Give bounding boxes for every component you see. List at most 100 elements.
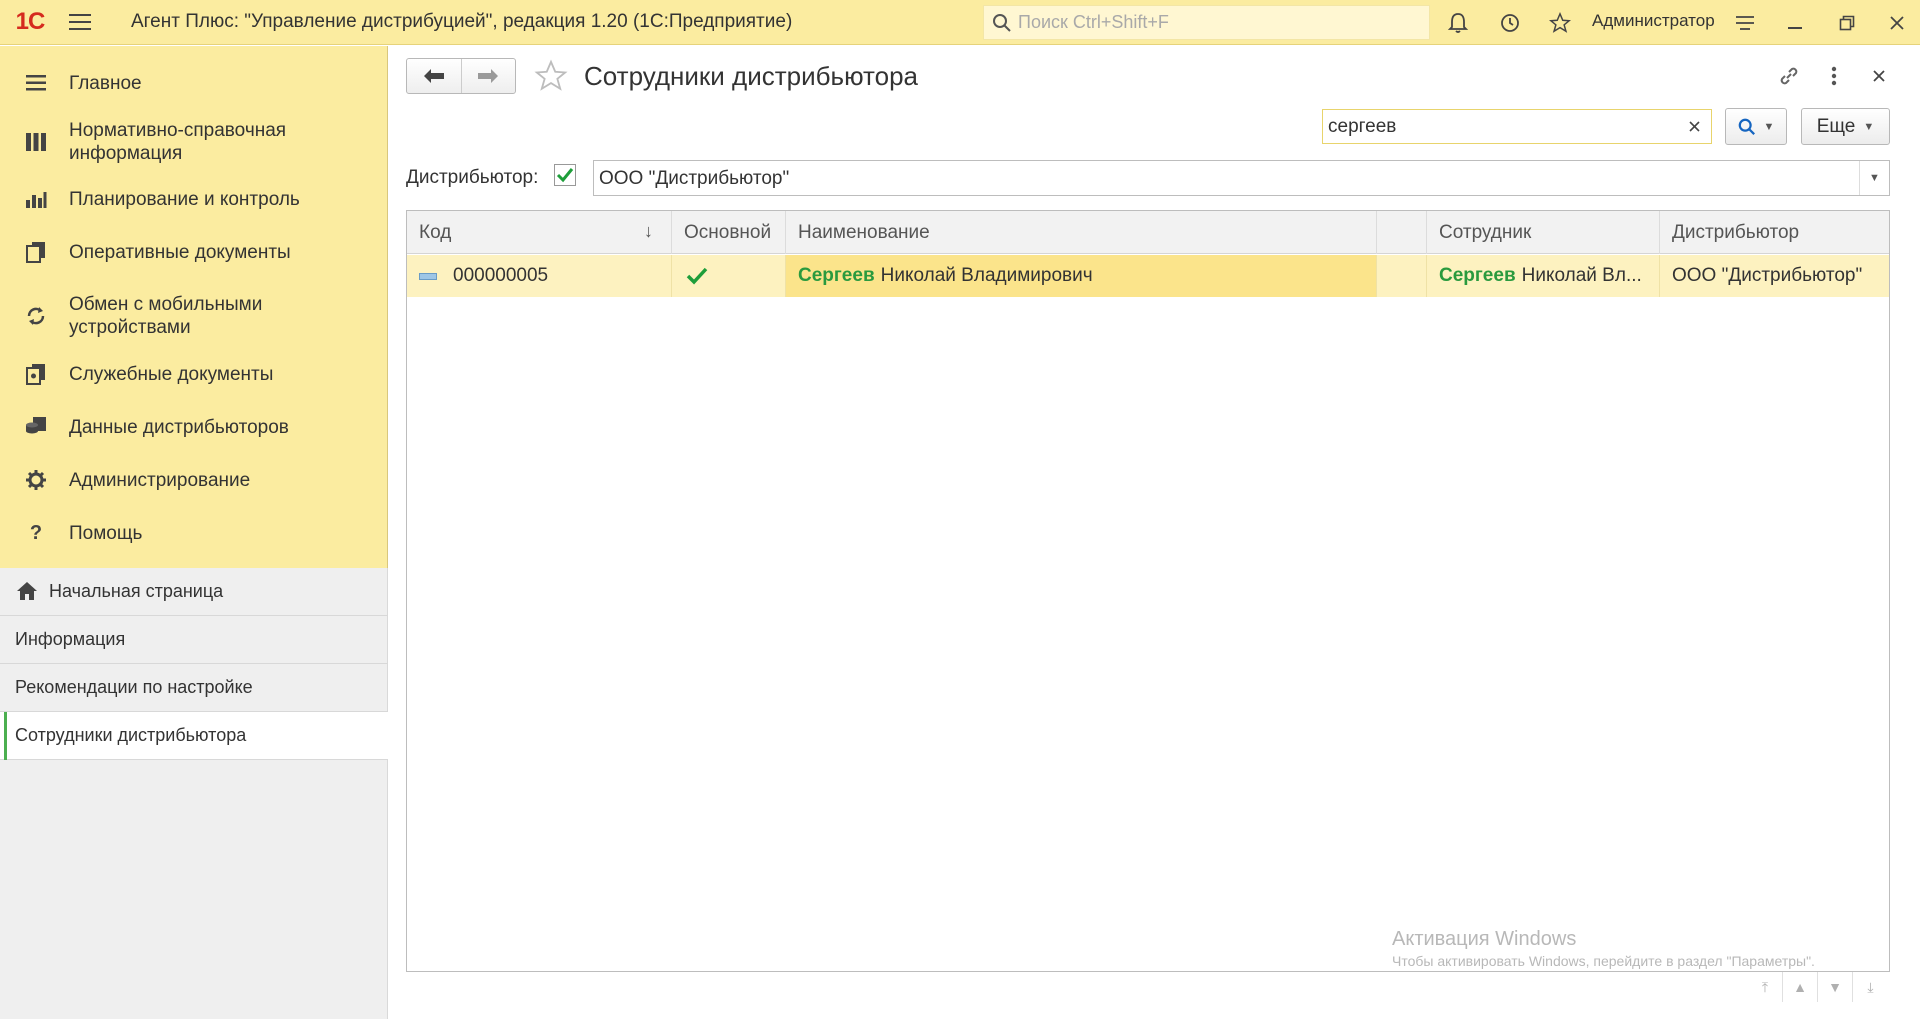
open-window-distributor-employees[interactable]: Сотрудники дистрибьютора [0,712,388,760]
scroll-down-button[interactable]: ▼ [1818,972,1853,1002]
current-user[interactable]: Администратор [1592,11,1715,31]
search-options-button[interactable]: ▼ [1725,108,1787,145]
column-header-distributor[interactable]: Дистрибьютор [1660,211,1889,254]
table-scroll-buttons: ⤒ ▲ ▼ ⤓ [1748,972,1888,1002]
minimize-button[interactable] [1772,0,1818,45]
star-icon [1549,11,1571,33]
more-vertical-icon [1831,66,1837,86]
cell-distributor[interactable]: ООО "Дистрибьютор" [1660,255,1889,297]
get-link-button[interactable] [1769,58,1809,94]
catalog-item-icon [419,272,437,280]
section-reference-info[interactable]: Нормативно-справочная информация [0,112,388,172]
column-header-employee[interactable]: Сотрудник [1427,211,1660,254]
add-to-favorites-button[interactable] [531,58,571,94]
minimize-icon [1788,26,1802,29]
star-outline-icon [534,59,568,91]
triangle-up-icon: ▲ [1793,979,1807,995]
distributor-filter-field[interactable]: ООО "Дистрибьютор" ▼ [593,160,1890,196]
section-main[interactable]: Главное [0,60,388,106]
column-label: Основной [684,221,772,243]
list-search-input[interactable] [1323,110,1675,143]
back-button[interactable] [407,59,461,93]
column-label: Дистрибьютор [1672,221,1800,243]
scroll-up-button[interactable]: ▲ [1783,972,1818,1002]
section-operational-docs[interactable]: Оперативные документы [0,229,388,275]
distributor-filter-checkbox[interactable] [554,164,576,186]
history-icon [1501,13,1519,32]
table-row[interactable]: 000000005 Сергеев Николай Владимирович С… [407,255,1889,297]
notifications-button[interactable] [1435,0,1481,45]
settings-lines-icon [1736,15,1754,30]
close-app-button[interactable] [1874,0,1920,45]
settings-menu-button[interactable] [1722,0,1768,45]
checkmark-icon [686,267,708,285]
distributor-value: ООО "Дистрибьютор" [1672,265,1863,286]
open-window-home[interactable]: Начальная страница [0,568,388,616]
dropdown-button[interactable]: ▼ [1859,161,1889,195]
section-distributor-data[interactable]: Данные дистрибьюторов [0,404,388,450]
section-help[interactable]: ? Помощь [0,510,388,556]
triangle-down-icon: ▼ [1828,979,1842,995]
section-label: Оперативные документы [69,242,291,263]
column-header-name[interactable]: Наименование [786,211,1377,254]
app-logo: 1С [15,8,46,35]
scroll-to-bottom-button[interactable]: ⤓ [1853,972,1888,1002]
app-title: Агент Плюс: "Управление дистрибуцией", р… [131,11,793,32]
title-bar: 1С Агент Плюс: "Управление дистрибуцией"… [0,0,1920,45]
global-search-placeholder: Поиск Ctrl+Shift+F [1018,12,1169,32]
arrow-right-icon [478,69,499,83]
search-match-highlight: Сергеев [798,265,875,286]
search-match-highlight: Сергеев [1439,265,1516,286]
more-actions-button[interactable]: Еще ▼ [1801,108,1890,145]
search-icon [1738,118,1755,135]
history-button[interactable] [1487,0,1533,45]
section-label: Планирование и контроль [69,189,300,210]
service-docs-icon [22,360,50,388]
global-search-input[interactable]: Поиск Ctrl+Shift+F [983,5,1430,40]
section-service-docs[interactable]: Служебные документы [0,351,388,397]
favorites-button[interactable] [1537,0,1583,45]
column-label: Сотрудник [1439,221,1532,243]
open-window-label: Рекомендации по настройке [15,677,253,697]
hamburger-icon [69,21,91,23]
close-icon [1688,121,1700,132]
section-label: Данные дистрибьюторов [69,417,289,438]
cell-employee[interactable]: Сергеев Николай Вл... [1427,255,1660,297]
more-actions-label: Еще [1816,115,1856,137]
clear-search-button[interactable] [1677,110,1711,143]
cell-blank[interactable] [1377,255,1427,297]
table-header: Код ↓ Основной Наименование Сотрудник Ди… [407,211,1889,254]
restore-button[interactable] [1824,0,1870,45]
forward-button[interactable] [460,59,516,93]
link-icon [1780,67,1798,85]
section-administration[interactable]: Администрирование [0,457,388,503]
catalog-icon [22,128,50,156]
name-value: Николай Владимирович [880,265,1093,286]
documents-icon [22,238,50,266]
section-label: Служебные документы [69,364,274,385]
cell-main[interactable] [672,255,786,297]
column-label: Код [419,221,452,243]
section-label: Администрирование [69,470,251,491]
section-label: Нормативно-справочная информация [69,120,287,164]
column-header-blank[interactable] [1377,211,1427,254]
help-icon: ? [29,521,43,544]
search-icon [993,13,1011,32]
column-header-code[interactable]: Код ↓ [407,211,672,254]
main-menu-button[interactable] [60,0,100,45]
scroll-to-top-button[interactable]: ⤒ [1748,972,1783,1002]
section-planning[interactable]: Планирование и контроль [0,176,388,222]
section-label: Главное [69,73,142,94]
cell-code[interactable]: 000000005 [407,255,672,297]
open-window-info[interactable]: Информация [0,616,388,664]
cell-name[interactable]: Сергеев Николай Владимирович [786,255,1377,297]
close-form-button[interactable] [1859,58,1899,94]
restore-icon [1839,15,1855,30]
distributor-filter-value: ООО "Дистрибьютор" [599,168,790,189]
section-mobile-exchange[interactable]: Обмен с мобильными устройствами [0,286,388,346]
open-window-label: Информация [15,629,126,649]
windows-activation-watermark: Активация Windows Чтобы активировать Win… [1392,928,1815,969]
open-window-recommendations[interactable]: Рекомендации по настройке [0,664,388,712]
form-more-button[interactable] [1814,58,1854,94]
column-header-main[interactable]: Основной [672,211,786,254]
